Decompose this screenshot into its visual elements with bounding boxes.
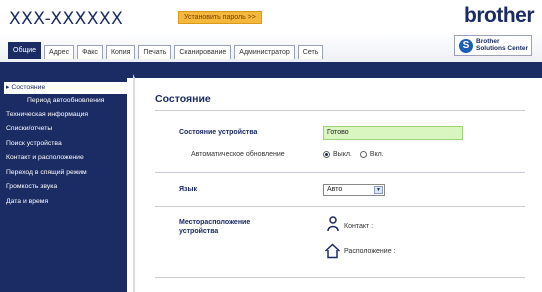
tab-network[interactable]: Сеть xyxy=(297,45,324,59)
sidebar-item-contact-location[interactable]: Контакт и расположение xyxy=(0,152,127,164)
main-content: Состояние Состояние устройства Готово Ав… xyxy=(133,74,542,292)
solutions-center-line1: Brother xyxy=(476,38,500,45)
header: XXX-XXXXXX Установить пароль >> brother xyxy=(0,0,542,32)
language-select-value: Авто xyxy=(327,186,343,193)
device-status-value: Готово xyxy=(323,126,463,140)
auto-refresh-label: Автоматическое обновление xyxy=(191,151,285,158)
section-divider-3 xyxy=(155,277,525,278)
section-divider-2 xyxy=(155,206,525,207)
tab-bar: Общие Адрес Факс Копия Печать Сканирован… xyxy=(0,32,542,62)
tab-fax[interactable]: Факс xyxy=(77,45,103,59)
auto-refresh-on-label: Вкл. xyxy=(369,151,384,158)
sidebar-item-label: Состояние xyxy=(11,84,46,91)
sidebar-item-status[interactable]: ▸ Состояние xyxy=(4,82,127,94)
tab-general[interactable]: Общие xyxy=(8,42,42,59)
solutions-center-line2: Solutions Center xyxy=(476,45,529,52)
language-select[interactable]: Авто ▼ xyxy=(323,184,385,196)
device-location-label: Месторасположение устройства xyxy=(179,219,251,235)
sidebar-item-find-device[interactable]: Поиск устройства xyxy=(0,138,127,150)
section-divider-1 xyxy=(155,172,525,173)
set-password-button[interactable]: Установить пароль >> xyxy=(178,11,262,24)
sidebar-item-refresh-period[interactable]: Период автообновления xyxy=(0,95,127,107)
sidebar-item-tech-info[interactable]: Техническая информация xyxy=(0,109,127,121)
brother-logo: brother xyxy=(464,4,535,27)
person-icon xyxy=(327,216,339,232)
tab-scan[interactable]: Сканирование xyxy=(174,45,232,59)
tab-copy[interactable]: Копия xyxy=(105,45,136,59)
house-icon xyxy=(324,243,341,259)
sidebar-item-date-time[interactable]: Дата и время xyxy=(0,196,127,208)
location-value-label: Расположение : xyxy=(344,248,396,255)
auto-refresh-off-radio[interactable] xyxy=(323,151,330,158)
solutions-center-button[interactable]: S Brother Solutions Center xyxy=(454,35,532,56)
sidebar-item-lists-reports[interactable]: Списки/отчеты xyxy=(0,123,127,135)
tab-administrator[interactable]: Администратор xyxy=(234,45,295,59)
language-label: Язык xyxy=(179,186,197,193)
solutions-center-label: Brother Solutions Center xyxy=(476,38,528,52)
auto-refresh-on-radio[interactable] xyxy=(359,151,367,158)
device-status-label: Состояние устройства xyxy=(179,129,258,136)
sidebar-item-sleep-mode[interactable]: Переход в спящий режим xyxy=(0,167,127,179)
auto-refresh-off-label: Выкл. xyxy=(333,151,352,158)
tab-print[interactable]: Печать xyxy=(138,45,172,59)
auto-refresh-radio-group: Выкл. Вкл. xyxy=(323,151,392,158)
contact-label: Контакт : xyxy=(344,223,374,230)
model-name: XXX-XXXXXX xyxy=(9,9,124,29)
brother-s-logo-icon: S xyxy=(459,39,473,53)
title-divider xyxy=(155,110,525,111)
chevron-down-icon: ▼ xyxy=(374,186,383,194)
sidebar-item-sound-volume[interactable]: Громкость звука xyxy=(0,181,127,193)
page-title: Состояние xyxy=(155,93,211,105)
sidebar: ▸ Состояние Период автообновления Технич… xyxy=(0,78,127,292)
tabs: Общие Адрес Факс Копия Печать Сканирован… xyxy=(8,42,326,59)
tab-address[interactable]: Адрес xyxy=(44,45,75,59)
